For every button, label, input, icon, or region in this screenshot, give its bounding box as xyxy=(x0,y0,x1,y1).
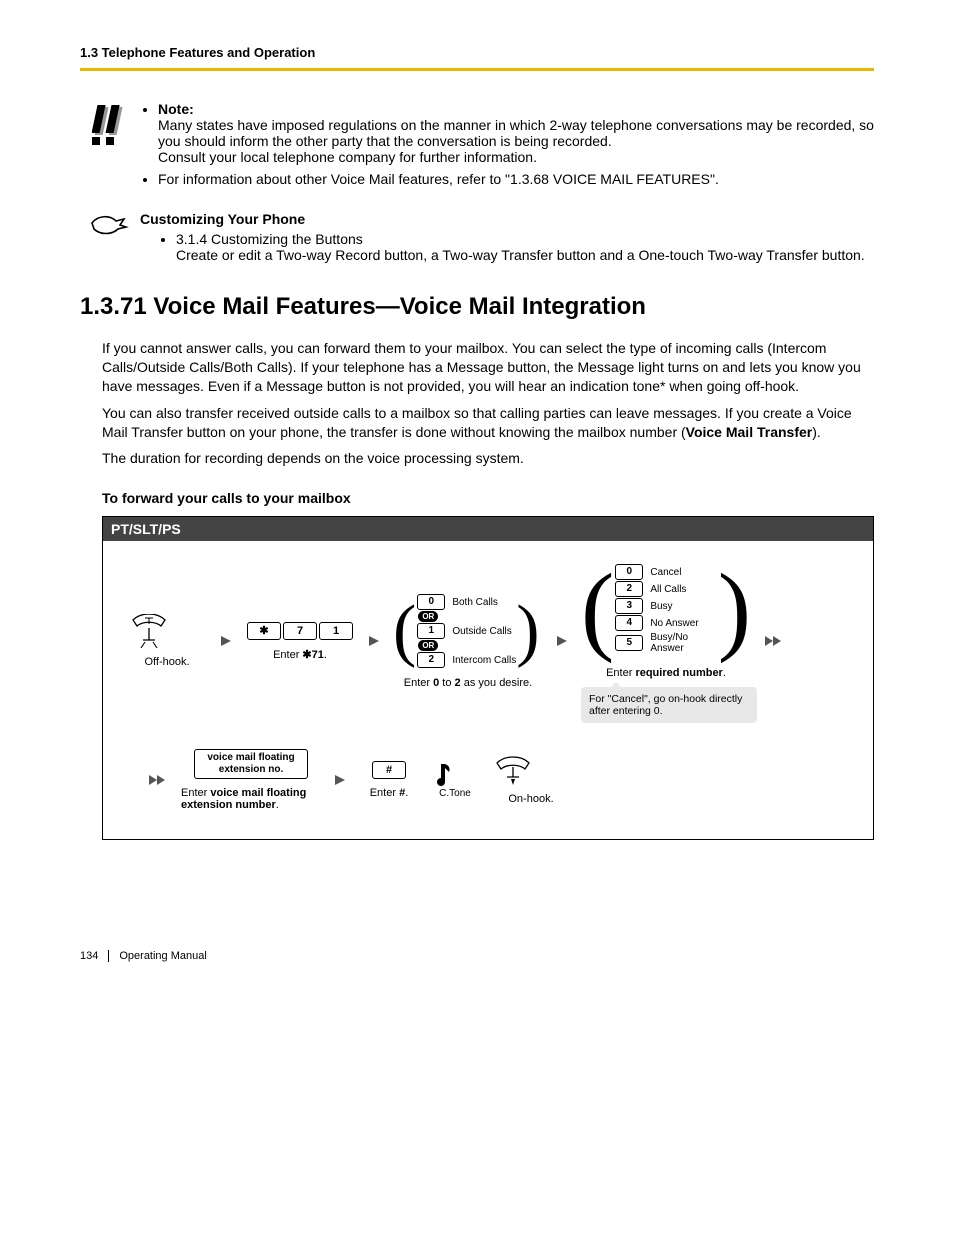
key-0: 0 xyxy=(615,564,643,580)
footer-title: Operating Manual xyxy=(119,950,206,962)
cap-pre: Enter xyxy=(370,787,399,799)
cap-pre: Enter xyxy=(404,677,433,689)
note-text1: Many states have imposed regulations on … xyxy=(158,117,874,149)
required-options: 0 Cancel 2 All Calls 3 Busy 4 No Answer 5 Bus… xyxy=(614,563,717,655)
customizing-item: 3.1.4 Customizing the Buttons Create or … xyxy=(176,231,874,263)
note-content: Note: Many states have imposed regulatio… xyxy=(140,101,874,193)
key-star: ✱ xyxy=(247,622,281,640)
procedure-box: PT/SLT/PS Off-hook. xyxy=(102,516,874,840)
header-divider xyxy=(80,68,874,71)
cap-suf: . xyxy=(324,649,327,661)
hash-caption: Enter #. xyxy=(359,787,419,799)
body-paragraph-1: If you cannot answer calls, you can forw… xyxy=(102,339,874,396)
step-hash: # Enter #. xyxy=(359,761,419,799)
note-block: Note: Many states have imposed regulatio… xyxy=(80,101,874,193)
procedure-title: PT/SLT/PS xyxy=(103,517,873,541)
label-both: Both Calls xyxy=(452,597,498,608)
star71-caption: Enter ✱71. xyxy=(245,648,355,661)
arrow-icon xyxy=(555,634,569,648)
step-offhook: Off-hook. xyxy=(127,614,207,668)
page: 1.3 Telephone Features and Operation Not… xyxy=(0,0,954,1002)
arrow-icon xyxy=(219,634,233,648)
calltype-options: 0 Both Calls OR 1 Outside Calls OR 2 Interc… xyxy=(416,593,516,669)
procedure-body: Off-hook. ✱71 Enter ✱71. xyxy=(103,541,873,839)
key-hash: # xyxy=(372,761,406,779)
cap-bold: ✱71 xyxy=(302,649,323,661)
floating-ext-caption: Enter voice mail floating extension numb… xyxy=(181,787,321,811)
label-outside: Outside Calls xyxy=(452,626,511,637)
flow-row-1: Off-hook. ✱71 Enter ✱71. xyxy=(127,559,849,723)
hand-pointing-icon xyxy=(80,211,140,239)
label-intercom: Intercom Calls xyxy=(452,655,516,666)
cap-mid: to xyxy=(439,677,454,689)
step-floating-ext: voice mail floating extension no. Enter … xyxy=(181,749,321,811)
ctone-label: C.Tone xyxy=(431,788,479,799)
offhook-icon xyxy=(127,614,171,648)
step-onhook: On-hook. xyxy=(491,755,571,805)
double-arrow-icon xyxy=(763,634,785,648)
cap-b: required number xyxy=(635,667,722,679)
label-busynoanswer: Busy/No Answer xyxy=(650,632,717,654)
note-label: Note: xyxy=(158,101,194,117)
cap-suf: . xyxy=(723,667,726,679)
cap-suf: . xyxy=(405,787,408,799)
label-noanswer: No Answer xyxy=(650,618,698,629)
page-number: 134 xyxy=(80,950,109,962)
section-heading: 1.3.71 Voice Mail Features—Voice Mail In… xyxy=(80,293,874,321)
music-note-icon xyxy=(431,762,453,788)
flow-row-2: voice mail floating extension no. Enter … xyxy=(127,749,849,811)
step-ctone: C.Tone xyxy=(431,762,479,799)
customizing-line2: Create or edit a Two-way Record button, … xyxy=(176,247,865,263)
label-allcalls: All Calls xyxy=(650,584,686,595)
note-bullet-2: For information about other Voice Mail f… xyxy=(158,171,874,187)
or-pill: OR xyxy=(418,611,438,622)
offhook-caption: Off-hook. xyxy=(127,656,207,668)
key-1: 1 xyxy=(319,622,353,640)
cap-suf: . xyxy=(276,799,279,811)
key-7: 7 xyxy=(283,622,317,640)
key-2: 2 xyxy=(417,652,445,668)
body-paragraph-2: You can also transfer received outside c… xyxy=(102,404,874,442)
cap-suf: as you desire. xyxy=(461,677,533,689)
arrow-icon xyxy=(333,773,347,787)
customizing-content: Customizing Your Phone 3.1.4 Customizing… xyxy=(140,211,874,263)
onhook-icon xyxy=(491,755,535,785)
key-4: 4 xyxy=(615,615,643,631)
key-5: 5 xyxy=(615,635,643,651)
body-paragraph-3: The duration for recording depends on th… xyxy=(102,449,874,468)
bracket-right-icon: ) xyxy=(516,596,539,666)
exclamation-icon xyxy=(80,101,140,147)
page-footer: 134 Operating Manual xyxy=(80,950,874,962)
step-calltype: ( 0 Both Calls OR 1 Outside Calls OR 2 Inte… xyxy=(393,593,543,689)
para2-suf: ). xyxy=(812,424,821,440)
cap-pre: Enter xyxy=(181,787,210,799)
double-arrow-icon xyxy=(147,773,169,787)
procedure-subheading: To forward your calls to your mailbox xyxy=(102,490,874,506)
step-required: ( 0 Cancel 2 All Calls 3 Busy 4 No Answer 5B… xyxy=(581,559,751,723)
bracket-right-icon: ) xyxy=(718,559,751,659)
key-2: 2 xyxy=(615,581,643,597)
or-pill: OR xyxy=(418,640,438,651)
bracket-left-icon: ( xyxy=(393,596,416,666)
label-busy: Busy xyxy=(650,601,672,612)
floating-ext-field: voice mail floating extension no. xyxy=(194,749,308,779)
para2-bold: Voice Mail Transfer xyxy=(686,424,813,440)
label-cancel: Cancel xyxy=(650,567,681,578)
running-header: 1.3 Telephone Features and Operation xyxy=(80,45,874,60)
customizing-line1: 3.1.4 Customizing the Buttons xyxy=(176,231,363,247)
cap-pre: Enter xyxy=(273,649,302,661)
onhook-caption: On-hook. xyxy=(491,793,571,805)
key-0: 0 xyxy=(417,594,445,610)
step-star71: ✱71 Enter ✱71. xyxy=(245,622,355,661)
arrow-icon xyxy=(367,634,381,648)
customizing-title: Customizing Your Phone xyxy=(140,211,305,227)
key-1: 1 xyxy=(417,623,445,639)
bracket-left-icon: ( xyxy=(581,559,614,659)
note-text2: Consult your local telephone company for… xyxy=(158,149,537,165)
calltype-caption: Enter 0 to 2 as you desire. xyxy=(393,677,543,689)
note-bullet-1: Note: Many states have imposed regulatio… xyxy=(158,101,874,165)
key-3: 3 xyxy=(615,598,643,614)
customizing-block: Customizing Your Phone 3.1.4 Customizing… xyxy=(80,211,874,263)
cancel-tooltip: For "Cancel", go on-hook directly after … xyxy=(581,687,757,723)
